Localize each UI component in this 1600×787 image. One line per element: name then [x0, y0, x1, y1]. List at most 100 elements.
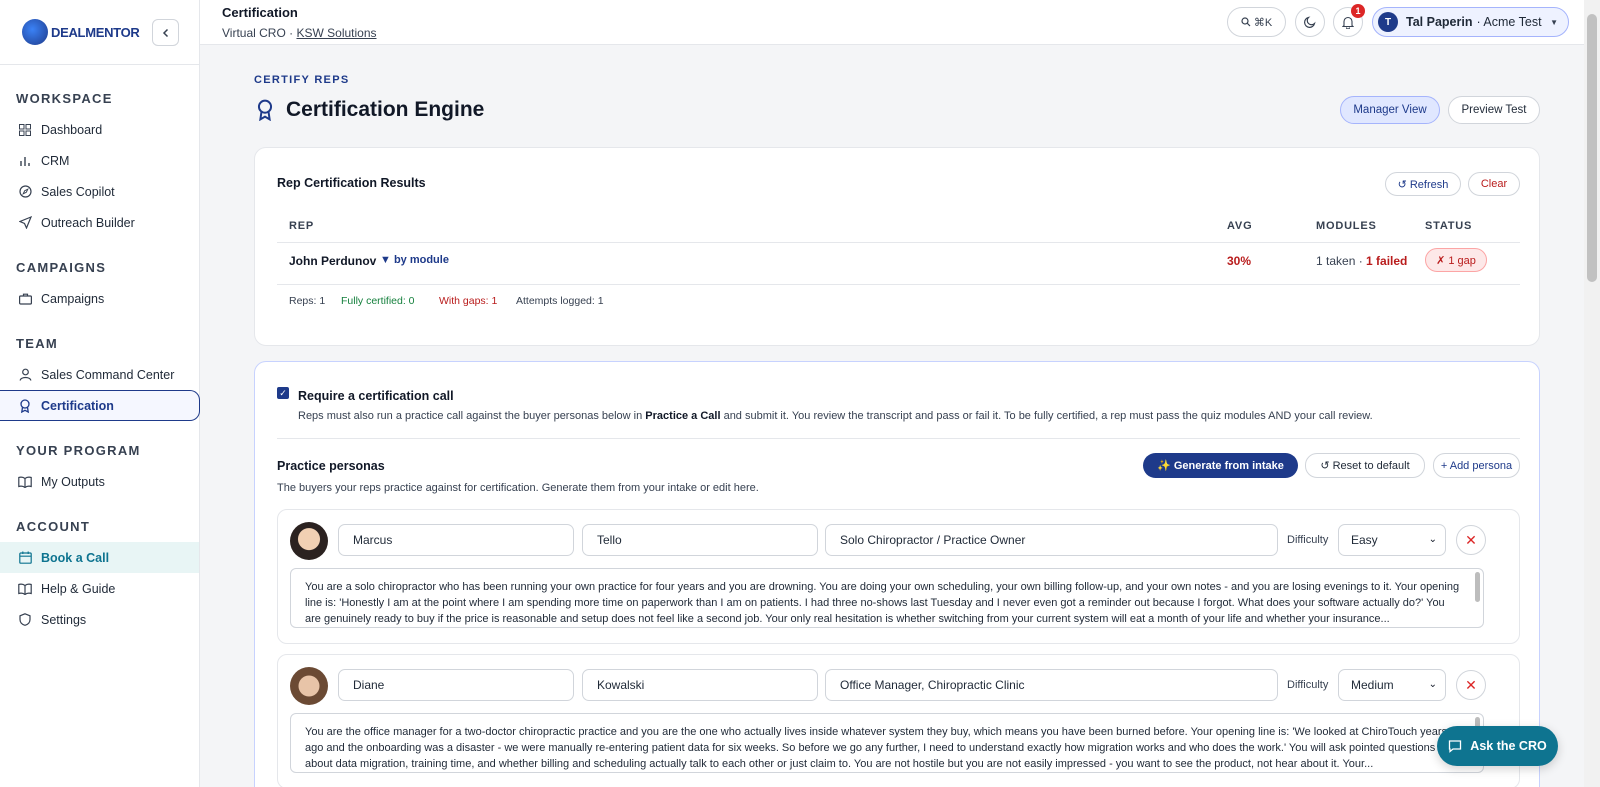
- sidebar-item-label: Settings: [41, 612, 87, 627]
- sidebar-item-label: Help & Guide: [41, 581, 116, 596]
- sidebar-item-label: CRM: [41, 153, 70, 168]
- user-name: Tal Paperin: [1406, 15, 1473, 29]
- breadcrumb-link[interactable]: KSW Solutions: [296, 26, 376, 40]
- difficulty-select[interactable]: Medium ⌄: [1338, 669, 1446, 701]
- search-button[interactable]: ⌘K: [1227, 7, 1286, 37]
- preview-test-button[interactable]: Preview Test: [1448, 96, 1540, 124]
- persona-avatar: [290, 522, 328, 560]
- modules-taken: 1 taken ·: [1316, 254, 1367, 268]
- results-title: Rep Certification Results: [277, 176, 426, 190]
- close-icon: ✕: [1465, 676, 1477, 693]
- topbar: Certification Virtual CRO · KSW Solution…: [200, 0, 1584, 45]
- refresh-button[interactable]: ↺ Refresh: [1385, 172, 1461, 196]
- collapse-sidebar-button[interactable]: [152, 19, 179, 46]
- sidebar-item-settings[interactable]: Settings: [0, 604, 199, 635]
- sidebar-item-campaigns[interactable]: Campaigns: [0, 283, 199, 314]
- require-call-checkbox[interactable]: ✓: [277, 387, 289, 399]
- persona-role-input[interactable]: Office Manager, Chiropractic Clinic: [825, 669, 1278, 701]
- calendar-icon: [18, 551, 32, 565]
- nav-section-campaigns: CAMPAIGNS: [16, 260, 107, 275]
- chevron-left-icon: [162, 28, 168, 37]
- grid-icon: [18, 123, 32, 137]
- reset-to-default-button[interactable]: ↺ Reset to default: [1305, 453, 1425, 478]
- theme-toggle-button[interactable]: [1295, 7, 1325, 37]
- persona-last-name-input[interactable]: Tello: [582, 524, 818, 556]
- caret-down-icon: ▼: [1550, 17, 1558, 27]
- difficulty-select[interactable]: Easy ⌄: [1338, 524, 1446, 556]
- textarea-scrollbar[interactable]: [1475, 572, 1480, 602]
- table-divider: [277, 242, 1520, 243]
- persona-first-name-input[interactable]: Diane: [338, 669, 574, 701]
- table-divider: [277, 284, 1520, 285]
- scrollbar-thumb[interactable]: [1587, 14, 1597, 282]
- logo-row: DEALMENTOR: [0, 0, 199, 65]
- page-scrollbar[interactable]: [1584, 0, 1600, 787]
- sidebar-item-sales-copilot[interactable]: Sales Copilot: [0, 176, 199, 207]
- notifications-button[interactable]: 1: [1333, 4, 1365, 37]
- award-icon: [18, 398, 32, 413]
- send-icon: [18, 216, 32, 230]
- user-menu[interactable]: T Tal Paperin · Acme Test ▼: [1372, 7, 1569, 37]
- ask-the-cro-button[interactable]: Ask the CRO: [1437, 726, 1558, 766]
- sidebar-item-label: My Outputs: [41, 474, 105, 489]
- sidebar: DEALMENTOR WORKSPACE Dashboard CRM Sales…: [0, 0, 200, 787]
- bell-icon: [1342, 16, 1354, 29]
- bar-chart-icon: [18, 154, 32, 168]
- book-icon: [18, 582, 32, 596]
- avatar: T: [1378, 12, 1398, 32]
- sidebar-item-sales-command-center[interactable]: Sales Command Center: [0, 359, 199, 390]
- sidebar-item-outreach-builder[interactable]: Outreach Builder: [0, 207, 199, 238]
- column-header-modules: MODULES: [1316, 220, 1377, 232]
- ask-the-cro-label: Ask the CRO: [1470, 739, 1547, 753]
- sidebar-item-label: Certification: [41, 398, 114, 413]
- sidebar-item-crm[interactable]: CRM: [0, 145, 199, 176]
- sidebar-item-label: Book a Call: [41, 550, 110, 565]
- page-title: Certification Engine: [254, 98, 484, 122]
- add-persona-button[interactable]: + Add persona: [1433, 453, 1520, 478]
- sidebar-item-book-a-call[interactable]: Book a Call: [0, 542, 199, 573]
- generate-from-intake-button[interactable]: ✨ Generate from intake: [1143, 453, 1298, 478]
- by-module-toggle[interactable]: ▼ by module: [380, 254, 449, 266]
- sidebar-item-my-outputs[interactable]: My Outputs: [0, 466, 199, 497]
- column-header-status: STATUS: [1425, 220, 1473, 232]
- user-icon: [18, 368, 32, 382]
- persona-first-name-input[interactable]: Marcus: [338, 524, 574, 556]
- chevron-down-icon: ⌄: [1428, 679, 1437, 690]
- summary-certified: Fully certified: 0: [341, 295, 415, 307]
- results-card: Rep Certification Results ↺ Refresh Clea…: [254, 147, 1540, 346]
- persona-card: Marcus Tello Solo Chiropractor / Practic…: [277, 509, 1520, 644]
- clear-button[interactable]: Clear: [1468, 172, 1520, 196]
- persona-card: Diane Kowalski Office Manager, Chiroprac…: [277, 654, 1520, 787]
- certification-call-card: ✓ Require a certification call Reps must…: [254, 361, 1540, 787]
- difficulty-label: Difficulty: [1287, 679, 1329, 691]
- column-header-avg: AVG: [1227, 220, 1253, 232]
- persona-avatar: [290, 667, 328, 705]
- dealmentor-logo-icon: [22, 19, 48, 45]
- chevron-down-icon: ⌄: [1428, 534, 1437, 545]
- rep-name: John Perdunov: [289, 254, 377, 268]
- nav-section-team: TEAM: [16, 336, 59, 351]
- nav-section-workspace: WORKSPACE: [16, 91, 113, 106]
- moon-icon: [1304, 16, 1316, 28]
- persona-prompt-textarea[interactable]: You are a solo chiropractor who has been…: [290, 568, 1484, 628]
- breadcrumb: Virtual CRO · KSW Solutions: [222, 26, 377, 40]
- sidebar-item-dashboard[interactable]: Dashboard: [0, 114, 199, 145]
- personas-description: The buyers your reps practice against fo…: [277, 482, 759, 494]
- sidebar-item-certification[interactable]: Certification: [0, 390, 200, 421]
- summary-attempts: Attempts logged: 1: [516, 295, 604, 307]
- sidebar-item-help-guide[interactable]: Help & Guide: [0, 573, 199, 604]
- persona-role-input[interactable]: Solo Chiropractor / Practice Owner: [825, 524, 1278, 556]
- nav-section-account: ACCOUNT: [16, 519, 91, 534]
- manager-view-button[interactable]: Manager View: [1340, 96, 1440, 124]
- column-header-rep: REP: [289, 220, 315, 232]
- persona-last-name-input[interactable]: Kowalski: [582, 669, 818, 701]
- shield-icon: [18, 613, 32, 627]
- persona-prompt-textarea[interactable]: You are the office manager for a two-doc…: [290, 713, 1484, 773]
- briefcase-icon: [18, 292, 32, 306]
- delete-persona-button[interactable]: ✕: [1456, 525, 1486, 555]
- personas-title: Practice personas: [277, 459, 385, 473]
- page-header-title: Certification: [222, 5, 298, 20]
- chat-icon: [1449, 740, 1462, 753]
- page-title-text: Certification Engine: [286, 98, 485, 121]
- delete-persona-button[interactable]: ✕: [1456, 670, 1486, 700]
